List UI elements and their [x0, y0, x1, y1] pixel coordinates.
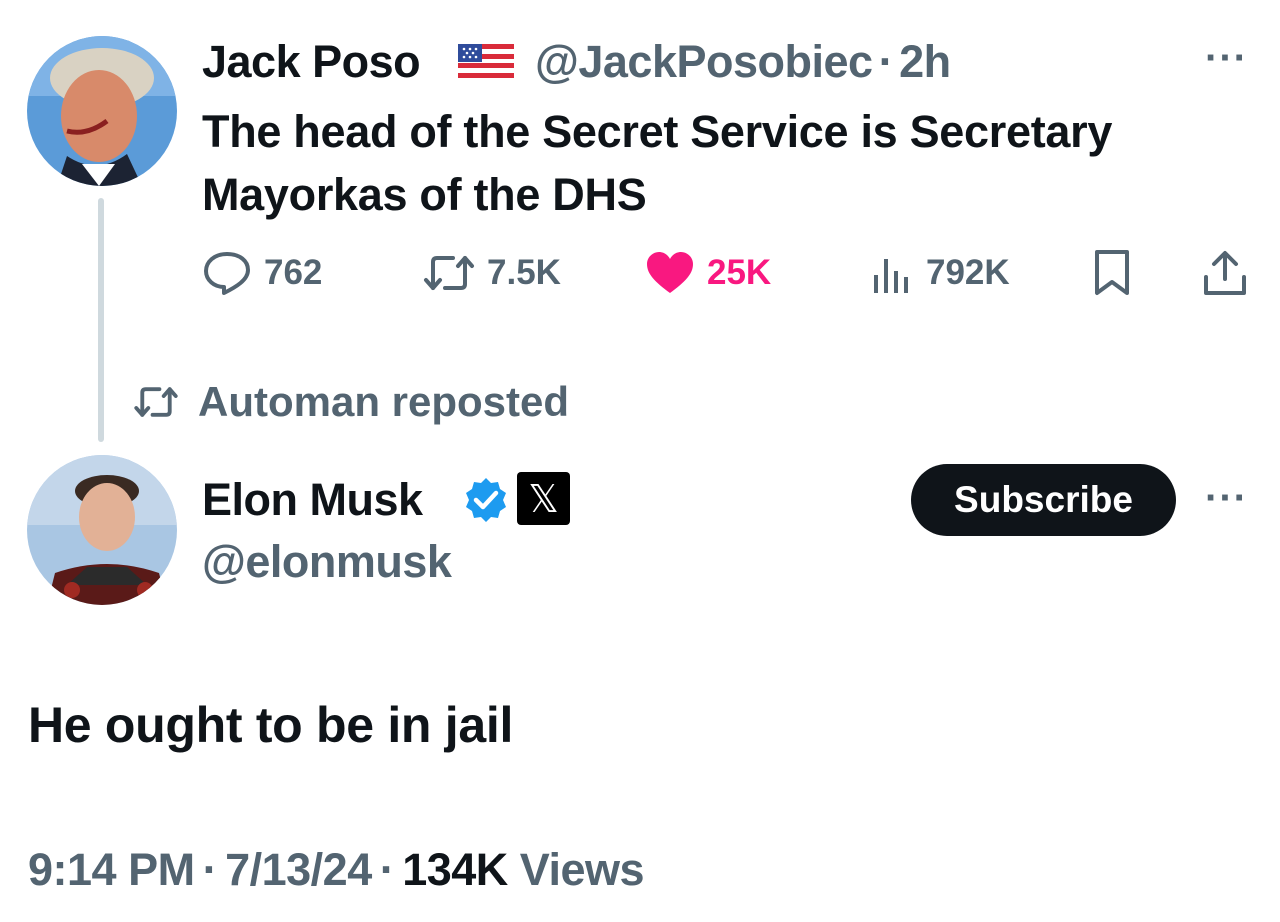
reply-icon	[204, 252, 250, 295]
share-icon	[1204, 251, 1246, 295]
us-flag-icon	[458, 44, 514, 78]
separator-dot: ·	[379, 844, 395, 895]
main-author-handle[interactable]: @elonmusk	[202, 536, 452, 588]
quoted-more-options-button[interactable]: ···	[1205, 38, 1248, 78]
quoted-post-time[interactable]: 2h	[899, 36, 951, 87]
share-button[interactable]	[1202, 247, 1248, 299]
analytics-bars-icon	[874, 259, 908, 293]
repost-button[interactable]: 7.5K	[423, 247, 561, 299]
verified-badge-icon	[462, 476, 510, 524]
separator-dot: ·	[202, 844, 218, 895]
reply-button[interactable]: 762	[202, 247, 322, 299]
like-button[interactable]: 25K	[645, 247, 771, 299]
bookmark-icon	[1095, 250, 1129, 295]
main-author-name[interactable]: Elon Musk	[202, 474, 423, 526]
quoted-post-text: The head of the Secret Service is Secret…	[202, 106, 1113, 220]
post-views-count: 134K	[402, 844, 508, 895]
view-count: 792K	[926, 253, 1010, 292]
x-affiliation-badge-icon[interactable]: 𝕏	[517, 472, 570, 525]
like-count: 25K	[707, 253, 772, 292]
separator-dot: ·	[878, 36, 894, 87]
bookmark-button[interactable]	[1092, 247, 1132, 299]
heart-filled-icon	[647, 252, 693, 293]
repost-icon	[134, 387, 178, 417]
repost-banner[interactable]: Automan reposted	[132, 378, 569, 426]
main-post-text: He ought to be in jail	[28, 697, 514, 753]
post-date[interactable]: 7/13/24	[225, 844, 372, 895]
avatar-jack-poso[interactable]	[27, 36, 177, 186]
subscribe-button[interactable]: Subscribe	[911, 464, 1176, 536]
post-metadata: 9:14 PM · 7/13/24 · 134K Views	[28, 844, 645, 896]
views-button[interactable]: 792K	[870, 247, 1010, 299]
repost-count: 7.5K	[487, 253, 561, 292]
quoted-author-handle-and-time[interactable]: @JackPosobiec · 2h	[535, 36, 951, 88]
quoted-author-handle[interactable]: @JackPosobiec	[535, 36, 873, 87]
repost-banner-text: Automan reposted	[198, 378, 570, 425]
avatar-elon-musk[interactable]	[27, 455, 177, 605]
quoted-author-name[interactable]: Jack Poso	[202, 36, 421, 88]
main-more-options-button[interactable]: ···	[1205, 478, 1248, 518]
thread-connector-line	[98, 198, 104, 442]
post-views-label: Views	[519, 844, 645, 895]
reply-count: 762	[264, 253, 323, 292]
post-time[interactable]: 9:14 PM	[28, 844, 195, 895]
repost-icon	[424, 256, 474, 290]
